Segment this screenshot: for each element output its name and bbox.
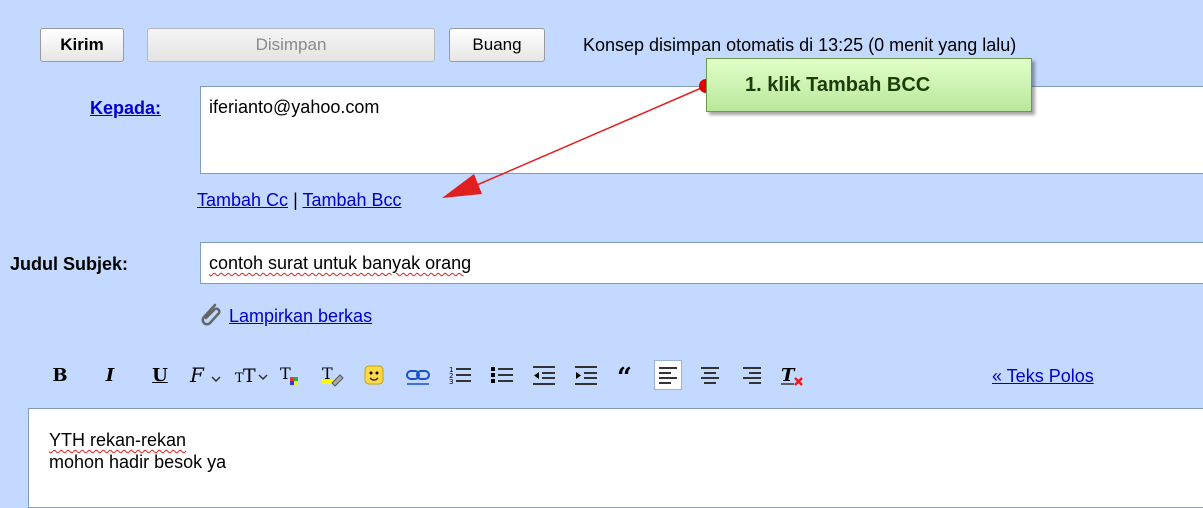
to-field[interactable]: iferianto@yahoo.com xyxy=(200,86,1203,174)
svg-text:“: “ xyxy=(617,364,632,386)
annotation-callout: 1. klik Tambah BCC xyxy=(706,58,1032,112)
add-bcc-link[interactable]: Tambah Bcc xyxy=(302,190,401,210)
paperclip-icon xyxy=(197,300,225,333)
svg-text:T: T xyxy=(280,364,291,383)
highlight-color-button[interactable]: T xyxy=(318,360,346,390)
link-icon[interactable] xyxy=(404,360,432,390)
numbered-list-icon[interactable]: 123 xyxy=(446,360,474,390)
italic-button[interactable]: I xyxy=(96,360,124,390)
discard-button[interactable]: Buang xyxy=(449,28,545,62)
emoji-icon[interactable] xyxy=(360,360,388,390)
arrowhead-icon xyxy=(442,174,482,198)
subject-value: contoh surat untuk banyak orang xyxy=(209,253,472,273)
quote-icon[interactable]: “ xyxy=(614,360,642,390)
link-separator: | xyxy=(293,190,298,210)
increase-indent-icon[interactable] xyxy=(572,360,600,390)
add-cc-link[interactable]: Tambah Cc xyxy=(197,190,288,210)
body-line: mohon hadir besok ya xyxy=(49,452,227,472)
saved-button: Disimpan xyxy=(147,28,435,62)
body-line: YTH rekan-rekan xyxy=(49,430,187,450)
to-label-link[interactable]: Kepada: xyxy=(90,98,161,119)
align-left-icon[interactable] xyxy=(654,360,682,390)
plain-text-link[interactable]: « Teks Polos xyxy=(992,366,1094,387)
to-value: iferianto@yahoo.com xyxy=(209,97,380,117)
cc-bcc-links: Tambah Cc | Tambah Bcc xyxy=(197,190,401,211)
svg-text:T: T xyxy=(243,365,256,387)
bulleted-list-icon[interactable] xyxy=(488,360,516,390)
decrease-indent-icon[interactable] xyxy=(530,360,558,390)
bold-button[interactable]: B xyxy=(46,360,74,390)
message-body[interactable]: YTH rekan-rekan mohon hadir besok ya xyxy=(28,408,1203,508)
underline-button[interactable]: U xyxy=(146,360,174,390)
remove-formatting-icon[interactable]: T xyxy=(778,360,806,390)
subject-field[interactable]: contoh surat untuk banyak orang xyxy=(200,242,1203,284)
autosave-status: Konsep disimpan otomatis di 13:25 (0 men… xyxy=(583,35,1017,55)
attach-row: Lampirkan berkas xyxy=(197,300,372,333)
align-right-icon[interactable] xyxy=(738,360,766,390)
callout-text: 1. klik Tambah BCC xyxy=(745,73,931,96)
svg-text:3: 3 xyxy=(449,378,453,386)
svg-text:T: T xyxy=(781,365,796,386)
svg-text:F: F xyxy=(189,363,205,387)
send-button[interactable]: Kirim xyxy=(40,28,124,62)
attach-file-link[interactable]: Lampirkan berkas xyxy=(229,306,372,327)
text-color-button[interactable]: T xyxy=(276,360,304,390)
font-family-button[interactable]: F xyxy=(186,360,226,390)
subject-label: Judul Subjek: xyxy=(10,254,129,274)
font-size-button[interactable]: TT xyxy=(232,360,272,390)
align-center-icon[interactable] xyxy=(696,360,724,390)
